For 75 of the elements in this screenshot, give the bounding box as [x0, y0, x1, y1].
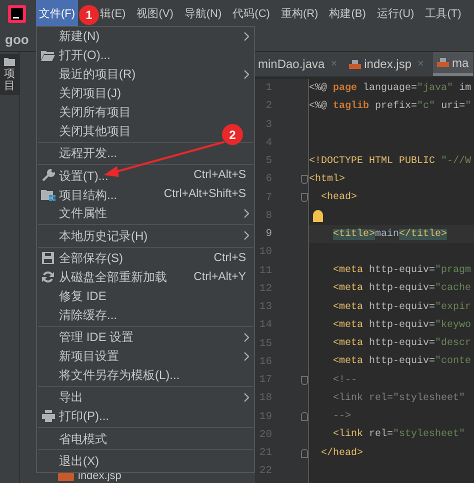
- code-line: <meta http-equiv="pragm: [332, 264, 472, 278]
- menu-item[interactable]: 新项目设置: [59, 347, 119, 366]
- menu-item[interactable]: 设置(T)...: [59, 166, 108, 185]
- menu-item[interactable]: 新建(N): [59, 27, 100, 46]
- menubar-item[interactable]: 辑(E): [97, 0, 129, 28]
- menu-item[interactable]: 清除缓存...: [59, 306, 118, 324]
- menubar-item[interactable]: 构建(B): [326, 0, 369, 28]
- menu-item[interactable]: 导出: [59, 388, 83, 406]
- lightbulb-icon[interactable]: [313, 210, 323, 222]
- menu-item[interactable]: 省电模式: [59, 430, 107, 448]
- fold-start-icon[interactable]: [300, 193, 308, 202]
- printer-icon: [42, 410, 54, 422]
- folder-icon: [41, 50, 55, 61]
- save-icon: [42, 252, 54, 264]
- menu-item[interactable]: 退出(X): [59, 452, 99, 470]
- jsp-file-icon: [349, 60, 362, 68]
- menu-item[interactable]: 修复 IDE: [59, 287, 106, 306]
- code-line: -->: [332, 410, 352, 424]
- editor-tab[interactable]: index.jsp ×: [346, 52, 433, 76]
- folder-icon: [4, 57, 15, 66]
- shortcut-label: Ctrl+S: [214, 250, 246, 266]
- editor-tab[interactable]: ma: [432, 52, 473, 76]
- menubar-item[interactable]: 文件(F): [36, 0, 78, 28]
- menubar-item[interactable]: 代码(C): [230, 0, 273, 28]
- code-line: <meta http-equiv="expir: [332, 300, 472, 315]
- menu-item[interactable]: 项目结构...: [59, 186, 118, 204]
- menubar-item[interactable]: 导航(N): [181, 0, 225, 28]
- menu-item[interactable]: 本地历史记录(H): [59, 226, 148, 245]
- code-line: <!--: [332, 374, 358, 388]
- wrench-icon: [42, 169, 54, 182]
- app-logo-icon[interactable]: [8, 5, 26, 23]
- refresh-icon: [42, 271, 54, 284]
- shortcut-label: Ctrl+Alt+Shift+S: [164, 186, 246, 202]
- menu-item[interactable]: 全部保存(S): [59, 249, 123, 268]
- editor-tab[interactable]: minDao.java ×: [255, 52, 346, 76]
- menubar-item[interactable]: 运行(U): [374, 0, 418, 28]
- folder-grid-icon: [40, 188, 56, 201]
- menubar-item[interactable]: 工具(T): [422, 0, 464, 28]
- shortcut-label: Ctrl+Alt+Y: [194, 270, 246, 284]
- jsp-file-icon: [436, 58, 449, 67]
- menubar-item[interactable]: 重构(R): [278, 0, 322, 28]
- menu-item[interactable]: 远程开发...: [59, 144, 118, 162]
- code-line: <meta http-equiv="cache: [332, 282, 472, 296]
- fold-end-icon[interactable]: [300, 412, 308, 422]
- code-line: <html>: [309, 172, 346, 187]
- code-line: <!DOCTYPE HTML PUBLIC "-//W: [309, 154, 472, 169]
- menu-item[interactable]: 最近的项目(R): [59, 65, 136, 84]
- fold-start-icon[interactable]: [300, 376, 308, 385]
- fold-end-icon[interactable]: [300, 448, 308, 458]
- tree-item[interactable]: index.jsp: [78, 470, 122, 483]
- menu-item[interactable]: 文件属性: [59, 204, 107, 222]
- line-number: 9: [264, 227, 273, 242]
- shortcut-label: Ctrl+Alt+S: [194, 168, 246, 184]
- menu-item[interactable]: 从磁盘全部重新加载: [59, 268, 167, 286]
- code-line: <meta http-equiv="conte: [332, 354, 472, 370]
- code-line: <head>: [320, 190, 358, 206]
- menubar-item[interactable]: 视图(V): [134, 0, 176, 28]
- code-line: <link rel="stylesheet": [332, 392, 466, 406]
- menu-item[interactable]: 将文件另存为模板(L)...: [59, 366, 180, 384]
- code-line: <title>main</title>: [332, 228, 448, 242]
- menu-item[interactable]: 关闭项目(J): [59, 84, 121, 102]
- project-name[interactable]: goo: [5, 30, 29, 50]
- menu-item[interactable]: 打印(P)...: [59, 407, 109, 426]
- menu-item[interactable]: 关闭所有项目: [59, 103, 131, 121]
- code-line: <%@ taglib prefix="c" uri=": [309, 100, 472, 114]
- code-line: <meta http-equiv="descr: [332, 336, 472, 352]
- code-line: <%@ page language="java" im: [309, 82, 472, 96]
- code-line: <link rel="stylesheet": [332, 428, 466, 442]
- menu-item[interactable]: 关闭其他项目: [59, 122, 131, 140]
- menu-item[interactable]: 打开(O)...: [59, 46, 110, 64]
- project-tool-button[interactable]: 项目: [0, 54, 20, 96]
- fold-start-icon[interactable]: [300, 174, 308, 184]
- menu-item[interactable]: 管理 IDE 设置: [59, 328, 134, 346]
- code-line: <meta http-equiv="keywo: [332, 318, 472, 333]
- code-line: </head>: [320, 446, 364, 461]
